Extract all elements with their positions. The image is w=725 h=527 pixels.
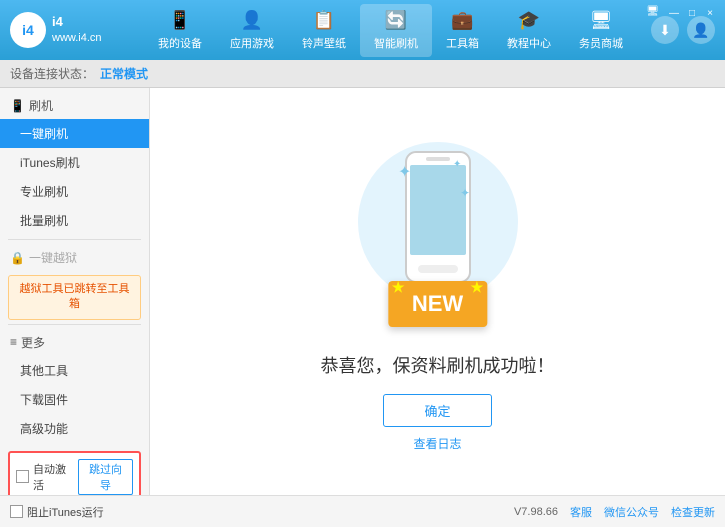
auto-activate-label: 自动激活 — [33, 461, 74, 493]
star-left: ★ — [392, 279, 405, 296]
sidebar-jailbreak-warning: 越狱工具已跳转至工具箱 — [8, 275, 141, 320]
itunes-label: 阻止iTunes运行 — [27, 504, 104, 520]
sidebar-item-pro-flash[interactable]: 专业刷机 — [0, 177, 149, 206]
divider-2 — [8, 324, 141, 325]
logo-icon: i4 — [10, 12, 46, 48]
bottom-right: V7.98.66 客服 微信公众号 检查更新 — [514, 504, 715, 520]
sidebar-flash-header: 📱 刷机 — [0, 92, 149, 119]
sidebar-item-one-key-flash[interactable]: 一键刷机 — [0, 119, 149, 148]
update-link[interactable]: 检查更新 — [671, 504, 715, 520]
status-bar: 设备连接状态： 正常模式 — [0, 60, 725, 88]
success-message: 恭喜您，保资料刷机成功啦！ — [321, 352, 555, 378]
star-right: ★ — [471, 279, 484, 296]
user-btn[interactable]: 👤 — [687, 16, 715, 44]
header-right: ⬇ 👤 — [651, 16, 715, 44]
content-area: ✦ ✦ ✦ NEW ★ ★ 恭喜您，保资料刷机成功啦！ 确定 查看日志 — [150, 88, 725, 495]
sidebar-item-batch-flash[interactable]: 批量刷机 — [0, 206, 149, 235]
sidebar-item-itunes-flash[interactable]: iTunes刷机 — [0, 148, 149, 177]
phone-illustration: ✦ ✦ ✦ NEW ★ ★ — [348, 132, 528, 332]
flash-section-icon: 📱 — [10, 99, 25, 113]
guide-button[interactable]: 跳过向导 — [78, 459, 133, 495]
log-link[interactable]: 查看日志 — [413, 435, 461, 452]
window-controls: 🖥 — □ × — [646, 6, 717, 20]
maximize-btn[interactable]: □ — [685, 6, 699, 20]
version-label: V7.98.66 — [514, 506, 558, 518]
smart-flash-icon: 🔄 — [385, 10, 407, 31]
new-badge: NEW ★ ★ — [388, 281, 487, 327]
svg-text:✦: ✦ — [460, 186, 470, 200]
more-icon: ≡ — [10, 335, 17, 349]
window-icon-1: 🖥 — [646, 6, 659, 20]
device-panel: 自动激活 跳过向导 📱 iPhone 15 Pro Max 512GB iPho… — [8, 451, 141, 495]
phone-svg: ✦ ✦ ✦ — [398, 147, 478, 287]
bottom-bar: 阻止iTunes运行 V7.98.66 客服 微信公众号 检查更新 — [0, 495, 725, 527]
sidebar-item-other-tools[interactable]: 其他工具 — [0, 356, 149, 385]
store-icon: 🖥 — [590, 10, 613, 31]
tab-tutorials[interactable]: 🎓 教程中心 — [493, 4, 565, 57]
my-device-icon: 📱 — [169, 10, 191, 31]
tab-store[interactable]: 🖥 务员商城 — [565, 4, 637, 57]
device-section: 自动激活 跳过向导 📱 iPhone 15 Pro Max 512GB iPho… — [0, 451, 149, 495]
toolbox-icon: 💼 — [451, 10, 473, 31]
itunes-section: 阻止iTunes运行 — [10, 504, 160, 520]
logo-text-inner: i4 — [22, 22, 34, 38]
close-btn[interactable]: × — [703, 6, 717, 20]
divider-1 — [8, 239, 141, 240]
status-value: 正常模式 — [100, 65, 148, 82]
header: i4 i4 www.i4.cn 📱 我的设备 👤 应用游戏 📋 铃声壁纸 🔄 智… — [0, 0, 725, 60]
download-btn[interactable]: ⬇ — [651, 16, 679, 44]
auto-activate-checkbox[interactable] — [16, 470, 29, 483]
tab-toolbox[interactable]: 💼 工具箱 — [432, 4, 493, 57]
sidebar-section-flash: 📱 刷机 一键刷机 iTunes刷机 专业刷机 批量刷机 — [0, 92, 149, 235]
device-auto-row: 自动激活 跳过向导 — [16, 459, 133, 495]
wechat-link[interactable]: 微信公众号 — [604, 504, 659, 520]
sidebar-item-download-firmware[interactable]: 下载固件 — [0, 385, 149, 414]
sidebar-item-advanced[interactable]: 高级功能 — [0, 414, 149, 443]
sidebar-section-jailbreak: 🔒 一键越狱 越狱工具已跳转至工具箱 — [0, 244, 149, 320]
sidebar-section-more: ≡ 更多 其他工具 下载固件 高级功能 — [0, 329, 149, 443]
apps-icon: 👤 — [241, 10, 263, 31]
status-label: 设备连接状态： — [10, 65, 94, 82]
minimize-btn[interactable]: — — [667, 6, 681, 20]
tab-smart-flash[interactable]: 🔄 智能刷机 — [360, 4, 432, 57]
itunes-checkbox[interactable] — [10, 505, 23, 518]
main-layout: 📱 刷机 一键刷机 iTunes刷机 专业刷机 批量刷机 🔒 一键越狱 越狱工具… — [0, 88, 725, 495]
logo-area: i4 i4 www.i4.cn — [10, 12, 130, 48]
ringtones-icon: 📋 — [313, 10, 335, 31]
logo-subtitle: i4 www.i4.cn — [52, 14, 102, 45]
svg-text:✦: ✦ — [453, 159, 461, 170]
lock-icon: 🔒 — [10, 251, 25, 265]
svg-text:✦: ✦ — [398, 164, 411, 181]
nav-tabs: 📱 我的设备 👤 应用游戏 📋 铃声壁纸 🔄 智能刷机 💼 工具箱 🎓 教程中心… — [130, 4, 651, 57]
confirm-button[interactable]: 确定 — [383, 394, 491, 427]
tab-apps[interactable]: 👤 应用游戏 — [216, 4, 288, 57]
tab-my-device[interactable]: 📱 我的设备 — [144, 4, 216, 57]
tutorials-icon: 🎓 — [518, 10, 540, 31]
support-link[interactable]: 客服 — [570, 504, 592, 520]
sidebar-jailbreak-header: 🔒 一键越狱 — [0, 244, 149, 271]
sidebar: 📱 刷机 一键刷机 iTunes刷机 专业刷机 批量刷机 🔒 一键越狱 越狱工具… — [0, 88, 150, 495]
tab-ringtones[interactable]: 📋 铃声壁纸 — [288, 4, 360, 57]
sidebar-more-header: ≡ 更多 — [0, 329, 149, 356]
